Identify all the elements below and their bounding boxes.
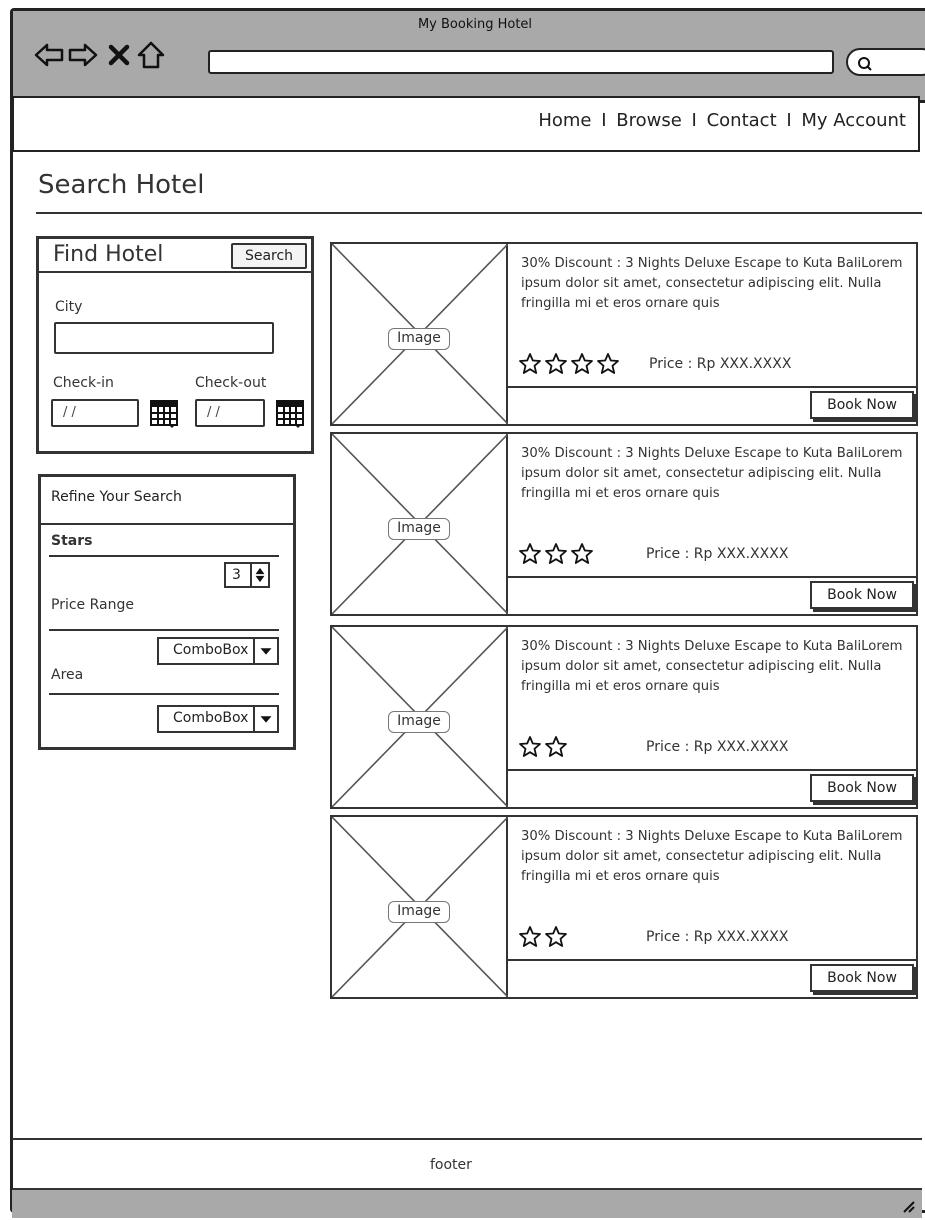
star-icon xyxy=(519,543,541,564)
checkin-label: Check-in xyxy=(53,375,114,391)
nav-links: Home I Browse I Contact I My Account xyxy=(538,110,906,131)
refine-search-panel: Refine Your Search Stars 3 Price Range C… xyxy=(38,474,296,750)
browser-search-field[interactable] xyxy=(846,48,925,76)
nav-home[interactable]: Home xyxy=(538,110,591,131)
star-rating xyxy=(518,735,570,759)
stars-label: Stars xyxy=(51,533,93,549)
browser-chrome: My Booking Hotel xyxy=(13,11,925,103)
hotel-description: 30% Discount : 3 Nights Deluxe Escape to… xyxy=(521,829,903,884)
address-bar[interactable] xyxy=(208,50,834,74)
stars-stepper[interactable]: 3 xyxy=(224,562,270,588)
hotel-price: Price : Rp XXX.XXXX xyxy=(646,739,789,755)
area-select[interactable]: ComboBox xyxy=(157,705,279,733)
star-icon xyxy=(545,353,567,374)
forward-icon[interactable] xyxy=(67,39,99,71)
hotel-image-placeholder: Image xyxy=(331,433,509,615)
star-rating xyxy=(518,925,570,949)
hotel-price: Price : Rp XXX.XXXX xyxy=(646,546,789,562)
page-title: Search Hotel xyxy=(38,170,205,200)
chevron-down-icon xyxy=(253,707,272,731)
footer-divider xyxy=(12,1138,922,1140)
resize-grip-icon[interactable] xyxy=(900,1198,916,1214)
price-range-select[interactable]: ComboBox xyxy=(157,637,279,665)
top-navigation: Home I Browse I Contact I My Account xyxy=(12,96,920,152)
book-now-button[interactable]: Book Now xyxy=(810,581,914,609)
window-title: My Booking Hotel xyxy=(417,17,533,32)
hotel-card: Image 30% Discount : 3 Nights Deluxe Esca… xyxy=(330,625,918,809)
nav-my-account[interactable]: My Account xyxy=(801,110,906,131)
area-value: ComboBox xyxy=(173,710,249,726)
hotel-card: Image 30% Discount : 3 Nights Deluxe Esca… xyxy=(330,432,918,616)
hotel-price: Price : Rp XXX.XXXX xyxy=(646,929,789,945)
star-icon xyxy=(597,353,619,374)
image-label: Image xyxy=(388,711,450,733)
image-label: Image xyxy=(388,901,450,923)
stepper-arrows-icon[interactable] xyxy=(250,564,268,586)
star-icon xyxy=(571,353,593,374)
image-label: Image xyxy=(388,328,450,350)
city-input[interactable] xyxy=(54,322,274,354)
search-button[interactable]: Search xyxy=(231,243,307,269)
book-bar: Book Now xyxy=(508,769,916,807)
checkout-input[interactable]: / / xyxy=(195,399,265,427)
price-divider xyxy=(49,629,279,631)
hotel-description: 30% Discount : 3 Nights Deluxe Escape to… xyxy=(521,256,903,311)
stars-divider xyxy=(49,555,279,557)
book-now-button[interactable]: Book Now xyxy=(810,774,914,802)
find-hotel-header: Find Hotel Search xyxy=(39,239,311,273)
star-icon xyxy=(571,543,593,564)
hotel-description: 30% Discount : 3 Nights Deluxe Escape to… xyxy=(521,639,903,694)
price-range-value: ComboBox xyxy=(173,642,249,658)
stars-value: 3 xyxy=(232,567,241,583)
star-rating xyxy=(518,542,596,566)
hotel-image-placeholder: Image xyxy=(331,626,509,808)
checkin-input[interactable]: / / xyxy=(51,399,139,427)
search-icon xyxy=(858,57,872,71)
back-icon[interactable] xyxy=(33,39,65,71)
city-label: City xyxy=(55,299,83,315)
star-icon xyxy=(519,353,541,374)
calendar-icon[interactable] xyxy=(149,399,179,429)
star-icon xyxy=(545,543,567,564)
nav-separator: I xyxy=(786,110,792,131)
title-divider xyxy=(36,212,922,214)
nav-contact[interactable]: Contact xyxy=(707,110,777,131)
nav-separator: I xyxy=(691,110,697,131)
book-bar: Book Now xyxy=(508,386,916,424)
nav-browse[interactable]: Browse xyxy=(616,110,682,131)
close-icon[interactable] xyxy=(103,39,135,71)
find-hotel-panel: Find Hotel Search City Check-in Check-ou… xyxy=(36,236,314,454)
checkout-label: Check-out xyxy=(195,375,267,391)
chevron-down-icon xyxy=(253,639,272,663)
hotel-card: Image 30% Discount : 3 Nights Deluxe Esca… xyxy=(330,815,918,999)
calendar-icon[interactable] xyxy=(275,399,305,429)
hotel-price: Price : Rp XXX.XXXX xyxy=(649,356,792,372)
home-icon[interactable] xyxy=(135,39,167,71)
star-rating xyxy=(518,352,622,376)
hotel-image-placeholder: Image xyxy=(331,816,509,998)
price-range-label: Price Range xyxy=(51,597,134,613)
star-icon xyxy=(545,926,567,947)
book-now-button[interactable]: Book Now xyxy=(810,391,914,419)
refine-search-title: Refine Your Search xyxy=(41,477,293,525)
hotel-image-placeholder: Image xyxy=(331,243,509,425)
star-icon xyxy=(545,736,567,757)
area-divider xyxy=(49,693,279,695)
book-now-button[interactable]: Book Now xyxy=(810,964,914,992)
image-label: Image xyxy=(388,518,450,540)
book-bar: Book Now xyxy=(508,576,916,614)
star-icon xyxy=(519,926,541,947)
nav-separator: I xyxy=(601,110,607,131)
hotel-card: Image 30% Discount : 3 Nights Deluxe Esca… xyxy=(330,242,918,426)
star-icon xyxy=(519,736,541,757)
find-hotel-title: Find Hotel xyxy=(53,242,164,267)
book-bar: Book Now xyxy=(508,959,916,997)
status-bar xyxy=(12,1190,922,1218)
hotel-description: 30% Discount : 3 Nights Deluxe Escape to… xyxy=(521,446,903,501)
footer: footer xyxy=(430,1157,472,1173)
area-label: Area xyxy=(51,667,84,683)
